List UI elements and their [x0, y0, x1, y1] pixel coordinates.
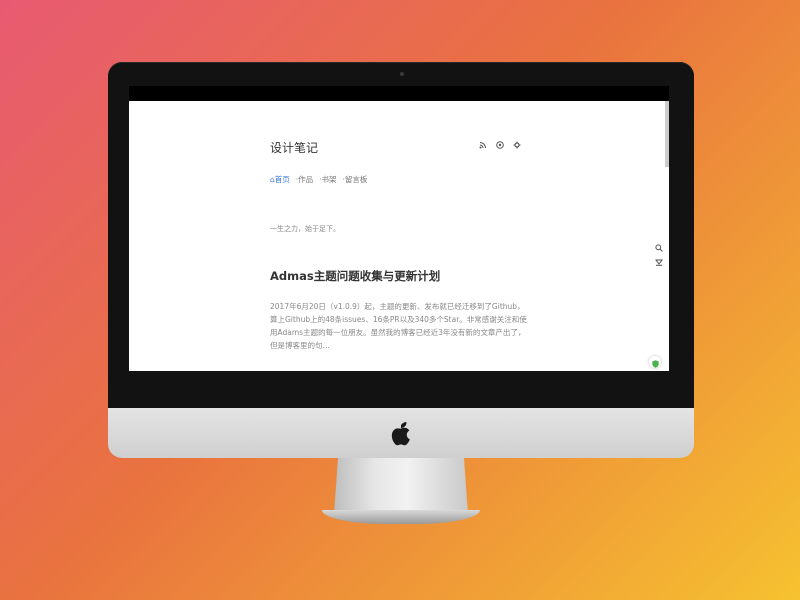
site-tagline: 一生之力，始于足下。: [270, 225, 340, 233]
search-icon[interactable]: [655, 244, 663, 254]
github-icon[interactable]: [496, 141, 504, 151]
download-icon[interactable]: [655, 258, 663, 268]
post-title[interactable]: Admas主题问题收集与更新计划: [270, 268, 440, 284]
settings-icon[interactable]: [513, 141, 521, 151]
screen: 设计笔记 ⌂首页 ·作品 ·书架 ·留言板 一生之力，始于足下。 Admas主题…: [129, 86, 669, 371]
post-excerpt: 2017年6月20日（v1.0.9）起，主题的更新、发布就已经迁移到了Githu…: [270, 302, 527, 350]
apple-logo-icon: [389, 418, 413, 446]
rss-icon[interactable]: [479, 141, 487, 151]
imac-stand-base: [322, 510, 480, 524]
main-nav: ⌂首页 ·作品 ·书架 ·留言板: [270, 174, 367, 185]
nav-item-home[interactable]: ⌂首页: [270, 174, 290, 185]
nav-item-works[interactable]: ·作品: [296, 174, 313, 185]
nav-item-guestbook[interactable]: ·留言板: [343, 174, 368, 185]
imac-stand: [334, 458, 468, 514]
shield-icon: [651, 353, 659, 372]
scrollbar[interactable]: [665, 101, 669, 167]
camera-dot: [400, 72, 404, 76]
web-page: 设计笔记 ⌂首页 ·作品 ·书架 ·留言板 一生之力，始于足下。 Admas主题…: [129, 101, 669, 371]
site-title[interactable]: 设计笔记: [270, 139, 318, 156]
header-icons: [479, 141, 521, 151]
side-toolbar: [655, 244, 663, 268]
nav-item-bookshelf[interactable]: ·书架: [319, 174, 336, 185]
security-badge[interactable]: [649, 356, 661, 368]
